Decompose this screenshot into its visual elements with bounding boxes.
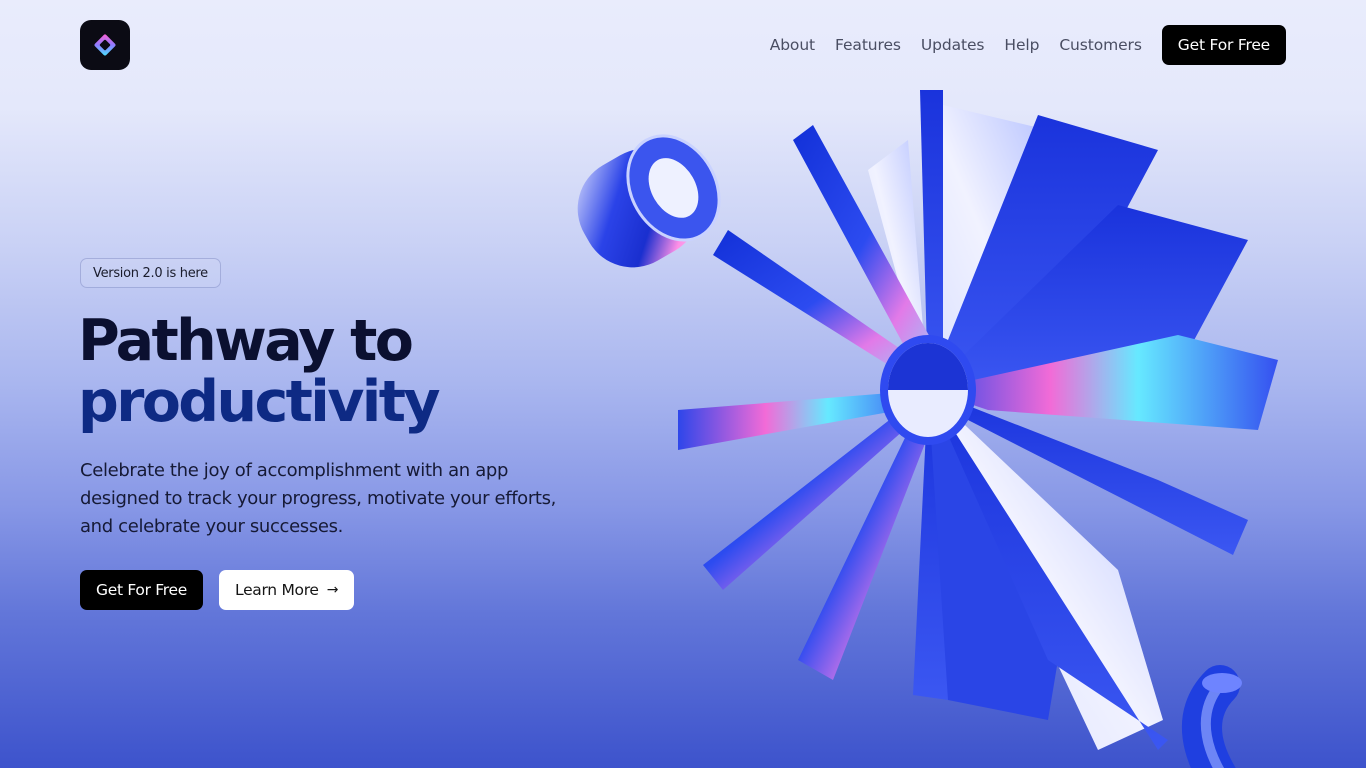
nav-link-customers[interactable]: Customers [1059,36,1142,54]
title-line-1: Pathway to [78,308,414,374]
nav-link-help[interactable]: Help [1004,36,1039,54]
title-line-2: productivity [78,369,441,435]
hero-illustration [577,90,1278,768]
learn-more-label: Learn More [235,581,319,599]
learn-more-button[interactable]: Learn More → [219,570,355,610]
top-nav: About Features Updates Help Customers Ge… [770,25,1286,65]
version-badge: Version 2.0 is here [80,258,221,288]
nav-link-updates[interactable]: Updates [921,36,985,54]
get-for-free-button[interactable]: Get For Free [80,570,203,610]
nav-link-features[interactable]: Features [835,36,901,54]
nav-get-for-free-button[interactable]: Get For Free [1161,25,1286,65]
app-logo[interactable] [80,20,130,70]
diamond-gradient-icon [94,34,116,56]
nav-link-about[interactable]: About [770,36,815,54]
arrow-right-icon: → [326,582,339,598]
page-title: Pathway to productivity [78,308,441,435]
hero-description: Celebrate the joy of accomplishment with… [80,460,557,537]
